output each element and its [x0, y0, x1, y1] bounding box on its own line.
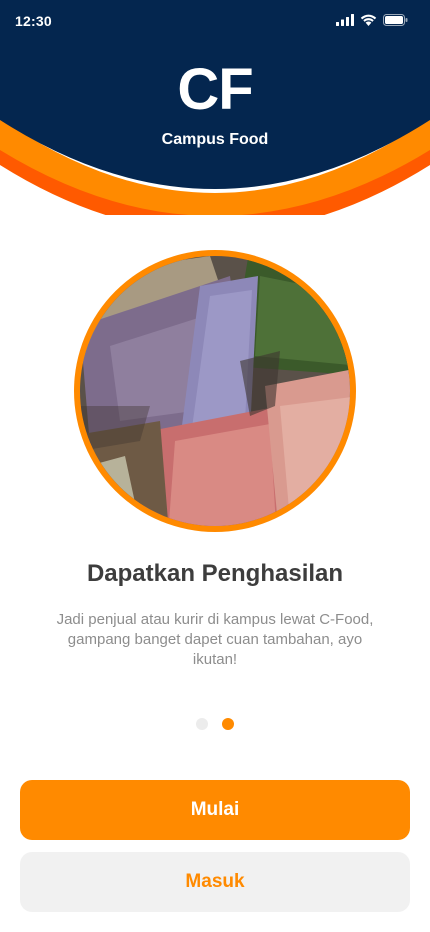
- page-dot-2-active[interactable]: [222, 718, 234, 730]
- illustration-frame: [74, 250, 356, 532]
- page-dot-1[interactable]: [196, 718, 208, 730]
- brand-name: Campus Food: [161, 131, 269, 148]
- status-bar: 12:30: [0, 0, 430, 44]
- money-illustration: [80, 256, 350, 526]
- app-logo: CF: [177, 57, 253, 122]
- login-button[interactable]: Masuk: [20, 852, 410, 912]
- wifi-icon: [360, 14, 377, 26]
- status-time: 12:30: [15, 13, 52, 29]
- page-indicator: [0, 718, 430, 730]
- status-icons: [336, 14, 408, 26]
- start-button[interactable]: Mulai: [20, 780, 410, 840]
- money-photo: [80, 256, 350, 526]
- signal-icon: [336, 14, 354, 26]
- onboarding-title: Dapatkan Penghasilan: [86, 560, 344, 587]
- battery-icon: [383, 14, 408, 26]
- onboarding-screen: 12:30 CF Campus Food Dapatkan Penghasila…: [0, 0, 430, 932]
- onboarding-description: Jadi penjual atau kurir di kampus lewat …: [56, 611, 374, 668]
